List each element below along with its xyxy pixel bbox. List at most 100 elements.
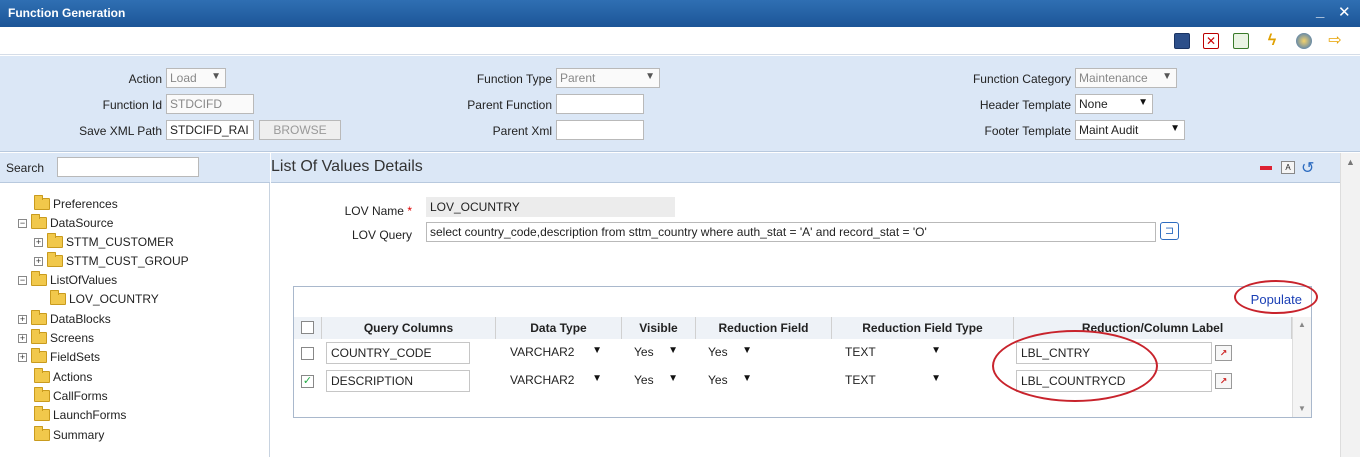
function-category-select[interactable]: Maintenance ▼: [1075, 68, 1177, 88]
tree-item[interactable]: + DataBlocks: [18, 310, 111, 328]
release-icon[interactable]: [1296, 33, 1312, 49]
visible-select[interactable]: Yes ▼: [630, 342, 682, 364]
exit-icon[interactable]: ⇨: [1327, 33, 1343, 49]
reduction-field-select[interactable]: Yes ▼: [704, 370, 756, 392]
chevron-down-icon: ▼: [668, 345, 678, 356]
folder-icon: [34, 195, 50, 210]
tree-item[interactable]: − ListOfValues: [18, 271, 117, 289]
tree-item[interactable]: LaunchForms: [34, 406, 126, 424]
function-id-field[interactable]: STDCIFD: [166, 94, 254, 114]
reduction-field-select-value: Yes: [708, 373, 728, 387]
action-select[interactable]: Load ▼: [166, 68, 226, 88]
close-button[interactable]: ✕: [1338, 3, 1351, 21]
tree-item-label: LOV_OCUNTRY: [69, 292, 159, 306]
tree-item-label: STTM_CUST_GROUP: [66, 254, 189, 268]
expand-icon[interactable]: +: [34, 256, 43, 266]
reduction-field-type-select[interactable]: TEXT ▼: [841, 342, 945, 364]
generate-icon[interactable]: ϟ: [1264, 33, 1280, 49]
sidebar-search-bar: Search: [0, 153, 270, 183]
data-type-select-value: VARCHAR2: [510, 373, 575, 387]
save-icon[interactable]: [1174, 33, 1190, 49]
chevron-down-icon: ▼: [668, 373, 678, 384]
parent-function-field[interactable]: [556, 94, 644, 114]
vertical-scrollbar[interactable]: ▲: [1340, 153, 1360, 457]
function-type-select[interactable]: Parent ▼: [556, 68, 660, 88]
visible-select[interactable]: Yes ▼: [630, 370, 682, 392]
tree-item-label: Actions: [53, 370, 93, 384]
help-icon[interactable]: ↺: [1301, 158, 1314, 178]
tree-item[interactable]: − DataSource: [18, 214, 113, 232]
search-input[interactable]: [57, 157, 199, 177]
query-lookup-icon[interactable]: ⊐: [1160, 222, 1179, 240]
lov-query-field[interactable]: select country_code,description from stt…: [426, 222, 1156, 242]
tree-item[interactable]: + STTM_CUSTOMER: [34, 233, 174, 251]
scroll-down-icon[interactable]: ▼: [1298, 404, 1306, 413]
export-icon[interactable]: A: [1281, 161, 1295, 174]
expand-icon[interactable]: +: [18, 352, 27, 362]
expand-icon[interactable]: +: [18, 314, 27, 324]
data-type-select-value: VARCHAR2: [510, 345, 575, 359]
collapse-icon[interactable]: [1260, 166, 1272, 170]
grid-scrollbar[interactable]: ▲ ▼: [1292, 317, 1311, 417]
query-column-field[interactable]: COUNTRY_CODE: [326, 342, 470, 364]
tree-item-label: Preferences: [53, 197, 118, 211]
folder-icon: [34, 426, 50, 441]
save-xml-path-field[interactable]: STDCIFD_RAI: [166, 120, 254, 140]
tree-item[interactable]: + FieldSets: [18, 348, 100, 366]
reduction-field-type-select[interactable]: TEXT ▼: [841, 370, 945, 392]
tree-item[interactable]: Summary: [34, 426, 104, 444]
tree-item[interactable]: + Screens: [18, 329, 94, 347]
minimize-button[interactable]: _: [1316, 3, 1324, 20]
scroll-up-icon[interactable]: ▲: [1298, 320, 1306, 329]
scroll-up-icon[interactable]: ▲: [1346, 157, 1355, 167]
chevron-down-icon: ▼: [592, 373, 602, 384]
sidebar: Search Preferences − DataSource + STTM_CUSTO…: [0, 153, 270, 457]
toolbar: ✕ ϟ ⇨: [0, 27, 1360, 55]
data-type-select[interactable]: VARCHAR2 ▼: [506, 342, 606, 364]
folder-icon: [34, 387, 50, 402]
tree-item[interactable]: Actions: [34, 368, 92, 386]
header-template-value: None: [1079, 97, 1108, 111]
collapse-icon[interactable]: −: [18, 218, 27, 228]
col-query-columns: Query Columns: [322, 317, 496, 339]
function-type-label: Function Type: [476, 72, 552, 86]
action-label: Action: [128, 72, 162, 86]
footer-template-select[interactable]: Maint Audit ▼: [1075, 120, 1185, 140]
lov-name-field[interactable]: LOV_OCUNTRY: [426, 197, 675, 217]
folder-icon: [31, 214, 47, 229]
select-all-checkbox[interactable]: [301, 321, 314, 334]
tree-item-label: ListOfValues: [50, 273, 118, 287]
folder-icon: [50, 290, 66, 305]
visible-select-value: Yes: [634, 345, 654, 359]
browse-button[interactable]: BROWSE: [259, 120, 341, 140]
tree-item[interactable]: + STTM_CUST_GROUP: [34, 252, 189, 270]
tree-item-label: DataSource: [50, 216, 114, 230]
tree-item[interactable]: CallForms: [34, 387, 108, 405]
tree-item[interactable]: LOV_OCUNTRY: [50, 290, 159, 308]
row-checkbox[interactable]: [301, 347, 314, 360]
lov-name-label-text: LOV Name: [344, 204, 404, 218]
label-lookup-icon[interactable]: ↗: [1215, 373, 1232, 389]
tree-item-label: Screens: [50, 331, 95, 345]
folder-icon: [47, 252, 63, 267]
reduction-field-select[interactable]: Yes ▼: [704, 342, 756, 364]
delete-icon[interactable]: ✕: [1203, 33, 1219, 49]
expand-icon[interactable]: +: [18, 333, 27, 343]
expand-icon[interactable]: +: [34, 237, 43, 247]
chevron-down-icon: ▼: [931, 345, 941, 356]
window-titlebar: Function Generation _ ✕: [0, 0, 1360, 27]
function-category-value: Maintenance: [1079, 71, 1148, 85]
data-type-select[interactable]: VARCHAR2 ▼: [506, 370, 606, 392]
collapse-icon[interactable]: −: [18, 275, 27, 285]
folder-icon: [31, 310, 47, 325]
tree-item[interactable]: Preferences: [34, 195, 118, 213]
parent-xml-field[interactable]: [556, 120, 644, 140]
header-template-select[interactable]: None ▼: [1075, 94, 1153, 114]
query-column-field[interactable]: DESCRIPTION: [326, 370, 470, 392]
chevron-down-icon: ▼: [211, 71, 221, 82]
panel-header: List Of Values Details A ↺: [271, 153, 1340, 183]
row-checkbox[interactable]: ✓: [301, 375, 314, 388]
col-data-type: Data Type: [496, 317, 622, 339]
label-lookup-icon[interactable]: ↗: [1215, 345, 1232, 361]
list-icon[interactable]: [1233, 33, 1249, 49]
